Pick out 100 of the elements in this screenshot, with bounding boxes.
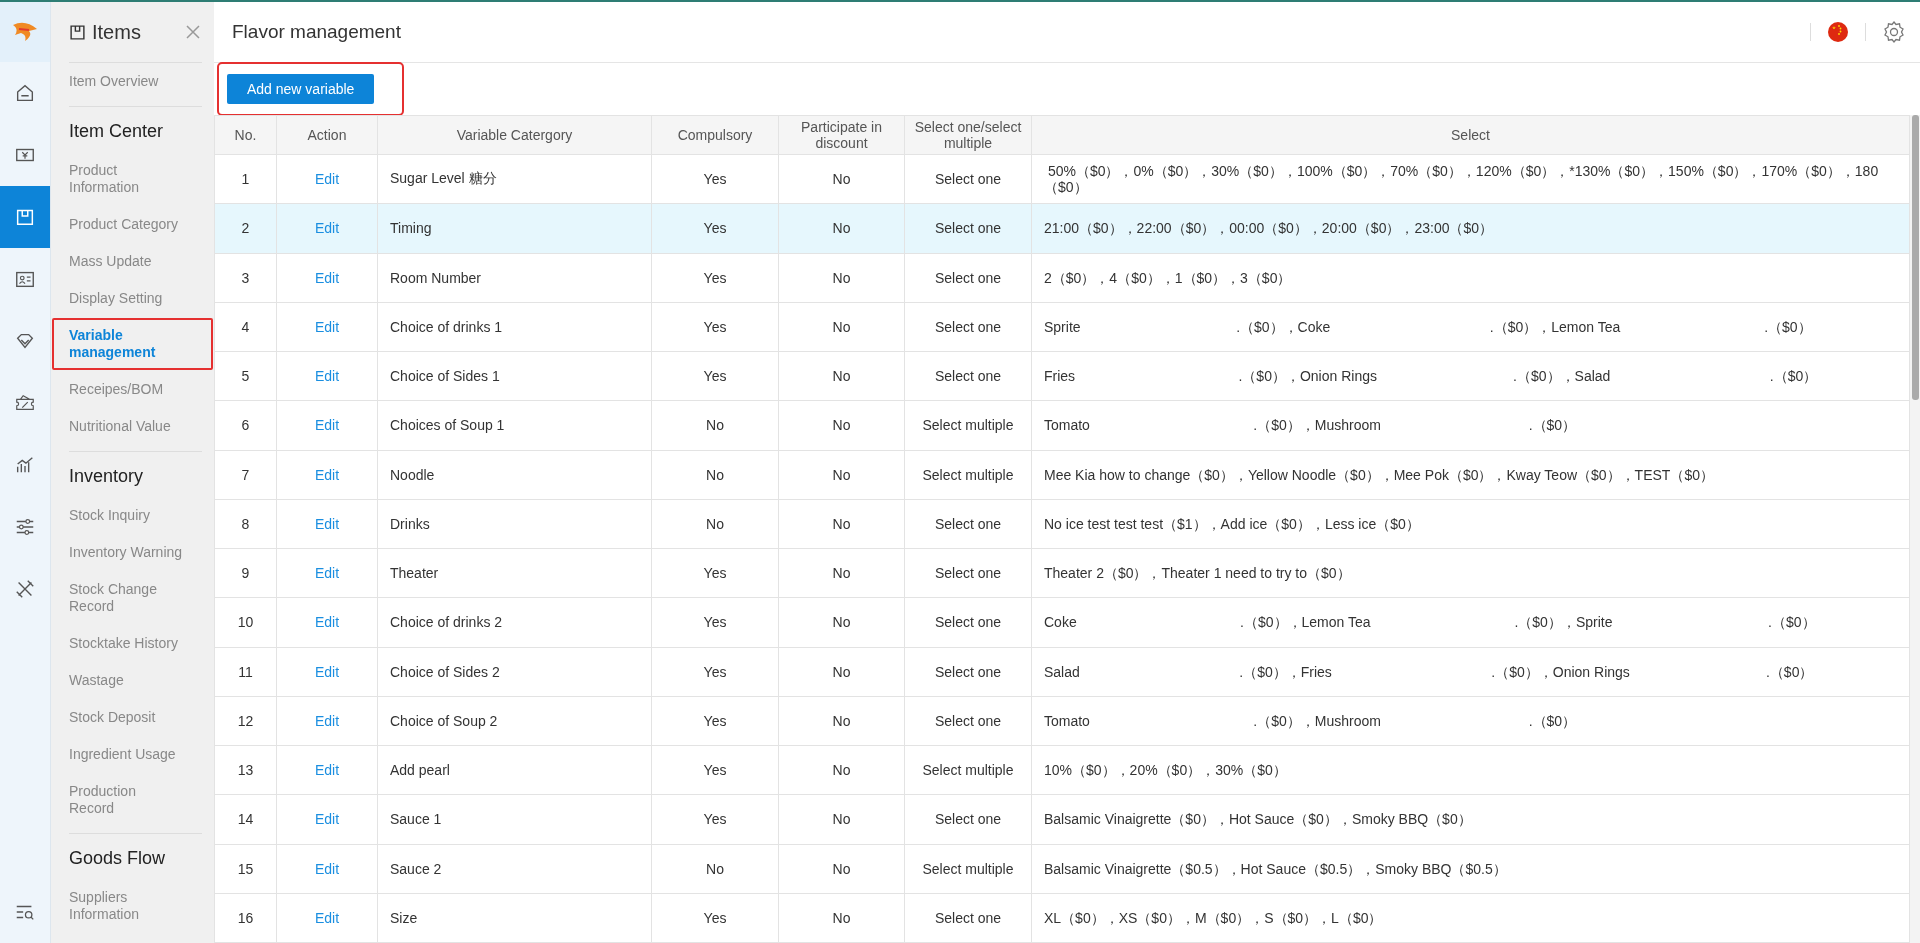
table-cell: Select one bbox=[904, 597, 1032, 647]
sidebar-item[interactable]: Product Information bbox=[69, 152, 184, 206]
table-cell: Yes bbox=[651, 203, 779, 253]
table-cell: Balsamic Vinaigrette（$0），Hot Sauce（$0），Smoky BBQ（$0） bbox=[1031, 794, 1910, 844]
table-cell: Timing bbox=[377, 203, 652, 253]
edit-link[interactable]: Edit bbox=[314, 614, 340, 631]
scrollbar-thumb[interactable] bbox=[1911, 115, 1919, 400]
column-header: No. bbox=[214, 115, 277, 155]
table-cell: Select multiple bbox=[904, 844, 1032, 894]
sidebar-item[interactable]: Stock Inquiry bbox=[69, 497, 184, 534]
sidebar-item[interactable]: Nutritional Value bbox=[69, 408, 184, 445]
table-cell: Yes bbox=[651, 351, 779, 401]
table-cell: Yes bbox=[651, 597, 779, 647]
table-cell: Select one bbox=[904, 893, 1032, 943]
table-cell: 11 bbox=[214, 647, 277, 697]
sidebar-item[interactable]: Receipes/BOM bbox=[69, 371, 184, 408]
table-cell: No ice test test test（$1），Add ice（$0），Less ice（$0） bbox=[1031, 499, 1910, 549]
table-cell: 10 bbox=[214, 597, 277, 647]
add-button[interactable]: Add new variable bbox=[227, 74, 375, 104]
edit-link[interactable]: Edit bbox=[314, 466, 340, 483]
sidebar-item[interactable]: Variable management bbox=[69, 317, 184, 371]
table-cell: No bbox=[778, 893, 905, 943]
table-cell: Sauce 1 bbox=[377, 794, 652, 844]
sidebar-item[interactable]: Inventory Warning bbox=[69, 534, 184, 571]
sidebar-heading: Inventory bbox=[69, 465, 145, 488]
settings-icon[interactable] bbox=[1882, 20, 1906, 44]
edit-link[interactable]: Edit bbox=[314, 762, 340, 779]
box-icon bbox=[69, 23, 86, 41]
sidebar-item[interactable]: Stock Change Record bbox=[69, 571, 184, 625]
edit-link[interactable]: Edit bbox=[314, 515, 340, 532]
table-cell: 2 bbox=[214, 203, 277, 253]
table-cell: No bbox=[778, 499, 905, 549]
sidebar-item[interactable]: Suppliers Information bbox=[69, 879, 184, 933]
sidebar-item[interactable]: Wastage bbox=[69, 662, 184, 699]
column-header: Select one/select multiple bbox=[904, 115, 1032, 155]
close-icon[interactable] bbox=[184, 23, 202, 41]
edit-link[interactable]: Edit bbox=[314, 269, 340, 286]
table-cell: No bbox=[778, 450, 905, 500]
column-header: Action bbox=[276, 115, 378, 155]
edit-link[interactable]: Edit bbox=[314, 318, 340, 335]
table-cell: Choice of drinks 1 bbox=[377, 302, 652, 352]
sidebar-item[interactable]: Product Category bbox=[69, 206, 184, 243]
table-cell: Select one bbox=[904, 548, 1032, 598]
edit-link[interactable]: Edit bbox=[314, 712, 340, 729]
table-cell: No bbox=[778, 351, 905, 401]
table-cell: Size bbox=[377, 893, 652, 943]
table-cell: 12 bbox=[214, 696, 277, 746]
table-cell: Balsamic Vinaigrette（$0.5），Hot Sauce（$0.5），Smoky BBQ（$0.5） bbox=[1031, 844, 1910, 894]
column-header: Compulsory bbox=[651, 115, 779, 155]
table-cell: Salad .（$0），Fries .（$0），Onion Rings .（$0） bbox=[1031, 647, 1910, 697]
table-cell: No bbox=[651, 400, 779, 450]
box-icon[interactable] bbox=[0, 186, 50, 248]
table-cell: 8 bbox=[214, 499, 277, 549]
table-cell: No bbox=[778, 302, 905, 352]
table-cell: Select multiple bbox=[904, 450, 1032, 500]
table-cell: No bbox=[778, 154, 905, 204]
edit-link[interactable]: Edit bbox=[314, 565, 340, 582]
edit-link[interactable]: Edit bbox=[314, 417, 340, 434]
page-title: Flavor management bbox=[232, 21, 401, 43]
table-cell: Choice of Sides 2 bbox=[377, 647, 652, 697]
table-cell: No bbox=[651, 499, 779, 549]
edit-link[interactable]: Edit bbox=[314, 663, 340, 680]
sidebar-item[interactable]: Stocktake History bbox=[69, 625, 184, 662]
table-cell: Yes bbox=[651, 794, 779, 844]
table-cell: Select one bbox=[904, 696, 1032, 746]
table-cell: Yes bbox=[651, 893, 779, 943]
edit-link[interactable]: Edit bbox=[314, 811, 340, 828]
table-cell: 13 bbox=[214, 745, 277, 795]
table-cell: Select one bbox=[904, 253, 1032, 303]
table-cell: Fries .（$0），Onion Rings .（$0），Salad .（$0） bbox=[1031, 351, 1910, 401]
sidebar-item[interactable]: Stock Deposit bbox=[69, 699, 184, 736]
column-header: Variable Catergory bbox=[377, 115, 652, 155]
table-cell: Room Number bbox=[377, 253, 652, 303]
table-cell: Tomato .（$0），Mushroom .（$0） bbox=[1031, 400, 1910, 450]
table-cell: Yes bbox=[651, 302, 779, 352]
table-cell: No bbox=[778, 203, 905, 253]
table-cell: Yes bbox=[651, 253, 779, 303]
table-cell: 2（$0），4（$0），1（$0），3（$0） bbox=[1031, 253, 1910, 303]
sidebar-heading: Goods Flow bbox=[69, 847, 167, 870]
table-cell: 9 bbox=[214, 548, 277, 598]
sidebar-item[interactable]: Mass Update bbox=[69, 243, 184, 280]
sidebar-item[interactable]: Item Overview bbox=[69, 63, 184, 100]
edit-link[interactable]: Edit bbox=[314, 860, 340, 877]
table-cell: Select one bbox=[904, 302, 1032, 352]
table-cell: Select one bbox=[904, 647, 1032, 697]
table-cell: No bbox=[778, 597, 905, 647]
edit-link[interactable]: Edit bbox=[314, 171, 340, 188]
column-header: Select bbox=[1031, 115, 1910, 155]
edit-link[interactable]: Edit bbox=[314, 909, 340, 926]
table-cell: 14 bbox=[214, 794, 277, 844]
table-cell: Noodle bbox=[377, 450, 652, 500]
sidebar-item[interactable]: Production Record bbox=[69, 773, 184, 827]
edit-link[interactable]: Edit bbox=[314, 368, 340, 385]
sidebar-item[interactable]: Display Setting bbox=[69, 280, 184, 317]
sidebar-heading: Item Center bbox=[69, 120, 165, 143]
flag-icon[interactable] bbox=[1827, 21, 1849, 43]
table-cell: Select one bbox=[904, 794, 1032, 844]
sidebar-item[interactable]: Ingredient Usage bbox=[69, 736, 184, 773]
table-cell: Choice of drinks 2 bbox=[377, 597, 652, 647]
edit-link[interactable]: Edit bbox=[314, 220, 340, 237]
